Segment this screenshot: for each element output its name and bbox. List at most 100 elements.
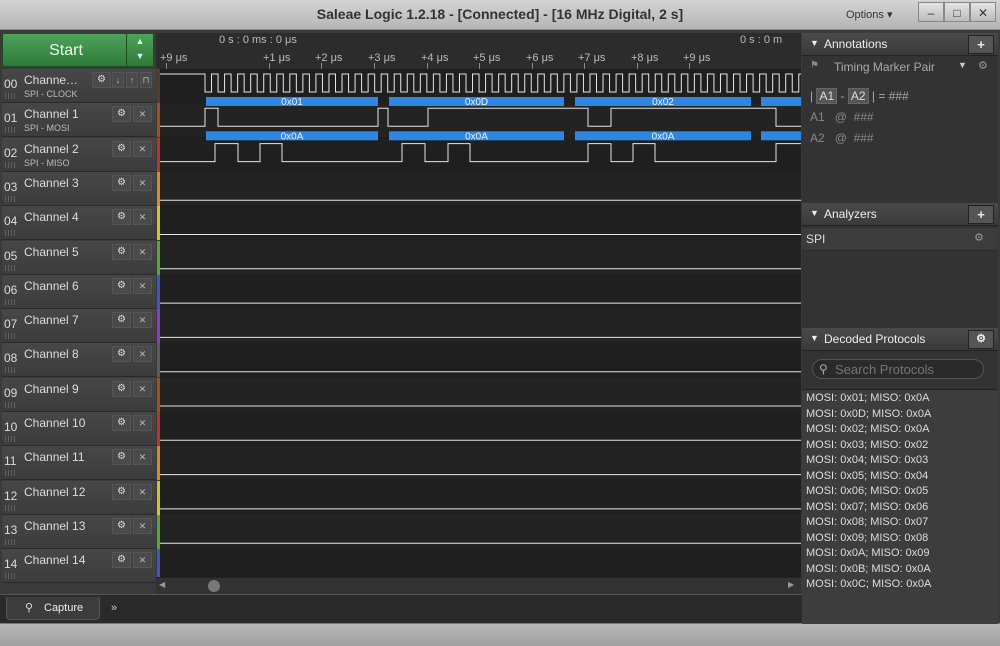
close-icon[interactable]: ✕: [133, 380, 152, 397]
trigger-rising-icon[interactable]: ↑: [126, 72, 138, 88]
scrollbar-thumb[interactable]: [208, 580, 220, 592]
channel-row[interactable]: 07 Channel 7 ⚙ ✕: [2, 309, 161, 344]
close-icon[interactable]: ✕: [133, 277, 152, 294]
close-icon[interactable]: ✕: [133, 243, 152, 260]
channel-row[interactable]: 08 Channel 8 ⚙ ✕: [2, 343, 161, 378]
gear-icon[interactable]: ⚙: [112, 449, 131, 466]
drag-handle-icon[interactable]: [5, 333, 17, 340]
drag-handle-icon[interactable]: [5, 93, 17, 99]
close-icon[interactable]: ✕: [133, 517, 152, 534]
trigger-falling-icon[interactable]: ↓: [112, 72, 124, 88]
gear-icon[interactable]: ⚙: [112, 312, 131, 329]
channel-row[interactable]: 02 Channel 2 SPI - MISO ⚙ ✕: [2, 137, 161, 172]
channel-name[interactable]: Channel 12: [24, 485, 85, 499]
channel-name[interactable]: Channel 14: [24, 553, 85, 567]
drag-handle-icon[interactable]: [5, 573, 17, 580]
drag-handle-icon[interactable]: [5, 401, 17, 408]
drag-handle-icon[interactable]: [5, 470, 17, 477]
a1-marker-button[interactable]: A1: [816, 88, 838, 104]
gear-icon[interactable]: ⚙: [112, 380, 131, 397]
analyzers-header[interactable]: ▼ Analyzers +: [802, 203, 998, 226]
close-icon[interactable]: ✕: [133, 483, 152, 500]
decoded-byte-bar[interactable]: [761, 131, 801, 141]
options-menu[interactable]: Options ▾: [846, 8, 893, 21]
drag-handle-icon[interactable]: [5, 298, 17, 305]
close-button[interactable]: ✕: [970, 2, 996, 22]
drag-handle-icon[interactable]: [5, 195, 17, 202]
channel-row[interactable]: 03 Channel 3 ⚙ ✕: [2, 171, 161, 206]
decoded-protocols-header[interactable]: ▼ Decoded Protocols ⚙: [802, 328, 998, 351]
gear-icon[interactable]: ⚙: [112, 277, 131, 294]
annotations-header[interactable]: ▼ Annotations +: [802, 33, 998, 56]
drag-handle-icon[interactable]: [5, 436, 17, 442]
add-analyzer-button[interactable]: +: [968, 205, 994, 224]
drag-handle-icon[interactable]: [5, 264, 17, 271]
gear-icon[interactable]: ⚙: [112, 174, 131, 191]
close-icon[interactable]: ✕: [133, 174, 152, 191]
decoded-protocols-list[interactable]: MOSI: 0x01; MISO: 0x0A MOSI: 0x0D; MISO: …: [802, 389, 998, 624]
channel-name[interactable]: Channel 13: [24, 519, 85, 533]
trigger-pulse-icon[interactable]: ⊓: [140, 72, 152, 88]
decoded-settings-button[interactable]: ⚙: [968, 330, 994, 349]
more-tabs-button[interactable]: »: [104, 597, 124, 619]
timing-marker-pair[interactable]: ⚑ Timing Marker Pair ▼ ⚙: [806, 57, 994, 77]
drag-handle-icon[interactable]: [5, 127, 17, 134]
add-annotation-button[interactable]: +: [968, 35, 994, 54]
drag-handle-icon[interactable]: [5, 504, 17, 511]
decoded-protocol-item[interactable]: MOSI: 0x08; MISO: 0x07: [806, 516, 928, 528]
start-button[interactable]: Start ▲ ▼: [2, 33, 154, 67]
drag-handle-icon[interactable]: [5, 161, 17, 168]
close-icon[interactable]: ✕: [133, 346, 152, 363]
decoded-protocol-item[interactable]: MOSI: 0x06; MISO: 0x05: [806, 485, 928, 497]
channel-row[interactable]: 09 Channel 9 ⚙ ✕: [2, 377, 161, 412]
decoded-protocol-item[interactable]: MOSI: 0x0B; MISO: 0x0A: [806, 563, 931, 575]
gear-icon[interactable]: ⚙: [112, 106, 131, 123]
channel-name[interactable]: Channel 7: [24, 313, 79, 327]
gear-icon[interactable]: ⚙: [112, 140, 131, 157]
marker-dropdown-icon[interactable]: ▼: [958, 60, 967, 70]
decoded-protocol-item[interactable]: MOSI: 0x01; MISO: 0x0A: [806, 392, 930, 404]
channel-row[interactable]: 14 Channel 14 ⚙ ✕: [2, 549, 161, 584]
decoded-protocol-item[interactable]: MOSI: 0x0A; MISO: 0x09: [806, 547, 930, 559]
decoded-protocol-item[interactable]: MOSI: 0x02; MISO: 0x0A: [806, 423, 930, 435]
marker-gear-icon[interactable]: ⚙: [978, 59, 988, 72]
drag-handle-icon[interactable]: [5, 538, 17, 545]
gear-icon[interactable]: ⚙: [112, 209, 131, 226]
waveform-canvas[interactable]: 0x01 0x0D 0x02 0x0A 0x0A 0x0A: [160, 69, 801, 577]
channel-name[interactable]: Channel 11: [24, 450, 85, 464]
gear-icon[interactable]: ⚙: [112, 483, 131, 500]
analyzer-item-spi[interactable]: SPI ⚙: [802, 228, 998, 251]
pin-icon[interactable]: ⚑: [810, 60, 819, 71]
gear-icon[interactable]: ⚙: [112, 415, 131, 431]
channel-row[interactable]: 11 Channel 11 ⚙ ✕: [2, 446, 161, 481]
close-icon[interactable]: ✕: [133, 140, 152, 157]
decoded-protocol-item[interactable]: MOSI: 0x04; MISO: 0x03: [806, 454, 928, 466]
channel-name[interactable]: Channel 10: [24, 416, 85, 430]
decoded-protocol-item[interactable]: MOSI: 0x09; MISO: 0x08: [806, 532, 928, 544]
channel-row[interactable]: 12 Channel 12 ⚙ ✕: [2, 480, 161, 515]
channel-row[interactable]: 05 Channel 5 ⚙ ✕: [2, 240, 161, 275]
tab-capture[interactable]: ⚲ Capture: [6, 597, 100, 620]
search-protocols-input[interactable]: [835, 361, 975, 377]
chevron-up-icon[interactable]: ▲: [127, 34, 153, 49]
drag-handle-icon[interactable]: [5, 367, 17, 374]
close-icon[interactable]: ✕: [133, 106, 152, 123]
gear-icon[interactable]: ⚙: [92, 72, 111, 88]
channel-row[interactable]: 04 Channel 4 ⚙ ✕: [2, 206, 161, 241]
channel-name[interactable]: Channel 1: [24, 107, 79, 121]
collapse-arrow-icon[interactable]: ▼: [810, 333, 819, 343]
close-icon[interactable]: ✕: [133, 312, 152, 329]
channel-row[interactable]: 01 Channel 1 SPI - MOSI ⚙ ✕: [2, 103, 161, 138]
start-options-spinner[interactable]: ▲ ▼: [126, 34, 153, 66]
maximize-button[interactable]: □: [944, 2, 970, 22]
collapse-arrow-icon[interactable]: ▼: [810, 208, 819, 218]
close-icon[interactable]: ✕: [133, 209, 152, 226]
close-icon[interactable]: ✕: [133, 552, 152, 569]
channel-name[interactable]: Channel 5: [24, 245, 79, 259]
channel-name[interactable]: Channe…: [24, 73, 78, 87]
time-ruler[interactable]: 0 s : 0 ms : 0 μs 0 s : 0 m +9 μs +1 μs +2…: [156, 33, 801, 70]
waveform-view[interactable]: 0x01 0x0D 0x02 0x0A 0x0A 0x0A: [160, 69, 801, 577]
channel-name[interactable]: Channel 9: [24, 382, 79, 396]
scroll-left-icon[interactable]: ◀: [159, 580, 165, 589]
channel-name[interactable]: Channel 8: [24, 347, 79, 361]
